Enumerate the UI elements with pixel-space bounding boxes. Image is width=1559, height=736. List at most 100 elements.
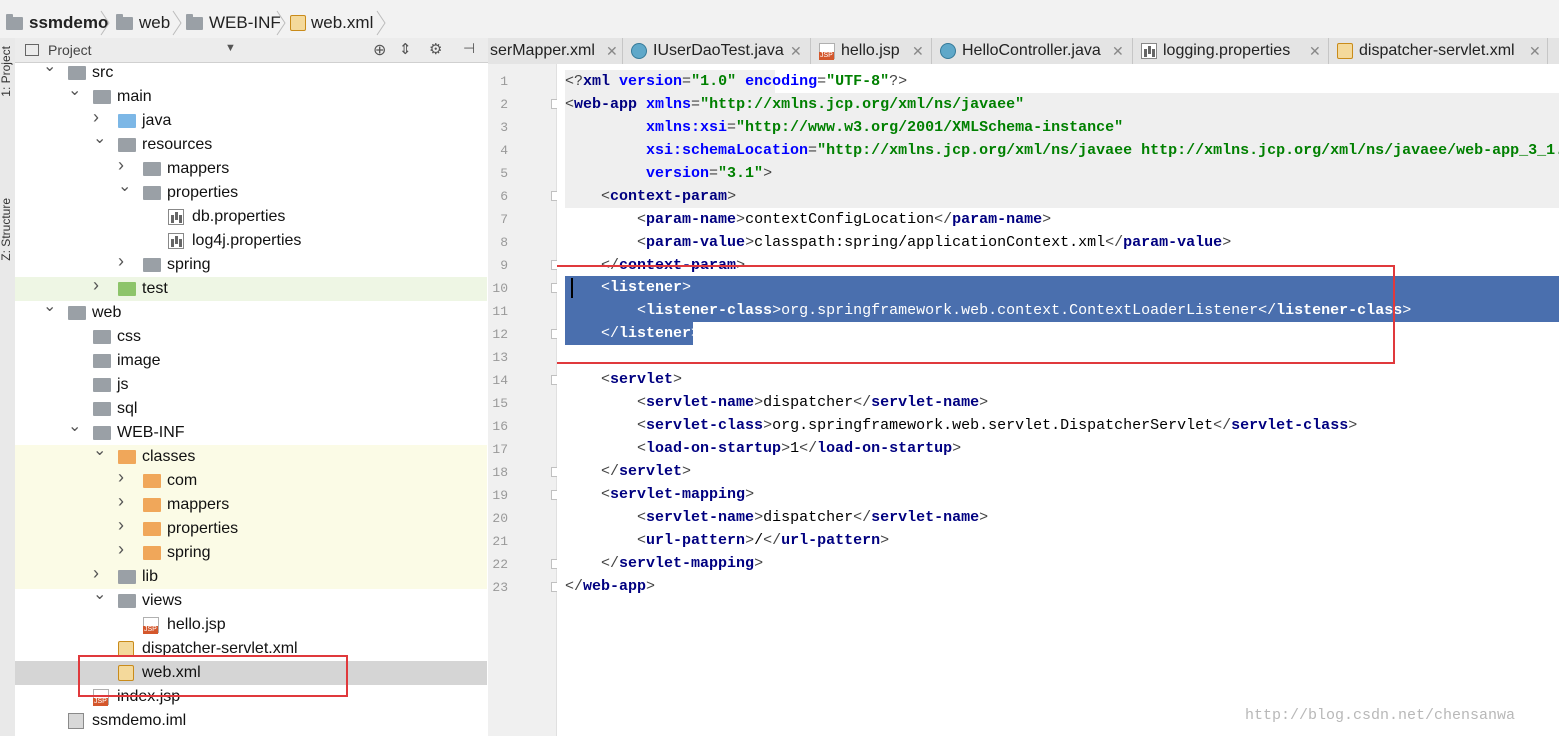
tree-item[interactable]: › com	[15, 468, 487, 493]
chevron-right-icon[interactable]: ›	[118, 492, 130, 510]
tree-item[interactable]: › mappers	[15, 492, 487, 517]
project-view-icon	[25, 44, 39, 56]
annotation-box-listener	[557, 265, 1395, 364]
close-icon[interactable]: ✕	[790, 43, 802, 60]
close-icon[interactable]: ✕	[912, 43, 924, 60]
locate-icon[interactable]: ⊕	[373, 40, 386, 60]
tree-item[interactable]: db.properties	[15, 205, 487, 229]
tree-item[interactable]: › lib	[15, 564, 487, 589]
close-icon[interactable]: ✕	[1309, 43, 1321, 60]
chevron-down-icon[interactable]: ⌄	[93, 443, 106, 459]
line-number: 6	[500, 189, 508, 204]
chevron-down-icon[interactable]: ⌄	[68, 83, 81, 99]
folder-icon	[68, 306, 86, 320]
close-icon[interactable]: ✕	[1112, 43, 1124, 60]
chevron-down-icon[interactable]: ⌄	[118, 179, 131, 195]
tree-item-label: com	[167, 472, 198, 489]
chevron-right-icon[interactable]: ›	[118, 156, 130, 174]
chevron-down-icon[interactable]: ▼	[225, 42, 236, 54]
chevron-right-icon[interactable]: ›	[118, 468, 130, 486]
folder-icon	[93, 426, 111, 440]
tree-item[interactable]: › java	[15, 108, 487, 133]
hide-panel-icon[interactable]: ⊣	[463, 40, 475, 57]
chevron-right-icon[interactable]: ›	[118, 516, 130, 534]
breadcrumb-webinf[interactable]: WEB-INF	[186, 12, 281, 34]
chevron-down-icon[interactable]: ⌄	[93, 587, 106, 603]
tree-item[interactable]: sql	[15, 397, 487, 421]
tree-item-label: ssmdemo.iml	[92, 712, 187, 729]
code-line-22: </servlet-mapping>	[601, 555, 764, 572]
chevron-right-icon[interactable]: ›	[118, 252, 130, 270]
code-editor[interactable]: <?xml version="1.0" encoding="UTF-8"?> <…	[557, 64, 1559, 736]
tree-item[interactable]: ⌄ main	[15, 83, 487, 109]
chevron-right-icon[interactable]: ›	[93, 108, 105, 126]
breadcrumb-web[interactable]: web	[116, 12, 170, 34]
collapse-icon[interactable]: ⇕	[399, 40, 412, 58]
code-line-20: <servlet-name>dispatcher</servlet-name>	[637, 509, 989, 526]
code-line-21: <url-pattern>/</url-pattern>	[637, 532, 890, 549]
chevron-down-icon[interactable]: ⌄	[43, 299, 56, 315]
line-number: 23	[492, 580, 508, 595]
chevron-down-icon[interactable]: ⌄	[68, 419, 81, 435]
close-icon[interactable]: ✕	[1529, 43, 1541, 60]
watermark: http://blog.csdn.net/chensanwa	[1245, 707, 1516, 724]
tree-item[interactable]: ssmdemo.iml	[15, 709, 487, 733]
chevron-right-icon[interactable]: ›	[118, 540, 130, 558]
code-line-4: xsi:schemaLocation="http://xmlns.jcp.org…	[646, 142, 1559, 159]
tree-item[interactable]: ⌄ views	[15, 587, 487, 613]
gear-icon[interactable]: ⚙	[429, 40, 442, 58]
chevron-right-icon[interactable]: ›	[93, 564, 105, 582]
code-line-14: <servlet>	[601, 371, 683, 388]
annotation-box-webxml	[78, 655, 348, 697]
structure-tool-tab[interactable]: Z: Structure	[0, 198, 13, 261]
tree-item[interactable]: › spring	[15, 252, 487, 277]
xml-file-icon	[1337, 43, 1353, 59]
chevron-right-icon[interactable]: ›	[93, 276, 105, 294]
tree-item[interactable]: › test	[15, 276, 487, 301]
folder-icon	[6, 13, 23, 30]
tab-usermapper-xml[interactable]: serMapper.xml ✕	[488, 38, 623, 64]
code-line-23: </web-app>	[565, 578, 656, 595]
line-number: 21	[492, 534, 508, 549]
tree-item-label: hello.jsp	[167, 616, 226, 633]
jsp-file-icon	[819, 43, 835, 60]
tree-item[interactable]: › properties	[15, 516, 487, 541]
module-file-icon	[68, 713, 84, 729]
tree-item[interactable]: › mappers	[15, 156, 487, 181]
line-number: 1	[500, 74, 508, 89]
chevron-down-icon[interactable]: ⌄	[43, 59, 56, 75]
tree-item[interactable]: css	[15, 325, 487, 349]
line-number: 16	[492, 419, 508, 434]
tab-logging-properties[interactable]: logging.properties ✕	[1133, 38, 1329, 64]
folder-icon	[143, 258, 161, 272]
project-tool-tab[interactable]: 1: Project	[0, 46, 13, 97]
tree-item[interactable]: ⌄ src	[15, 59, 487, 85]
tree-item[interactable]: › spring	[15, 540, 487, 565]
tree-item[interactable]: hello.jsp	[15, 613, 487, 637]
tree-item[interactable]: ⌄ classes	[15, 443, 487, 469]
tree-item-label: css	[117, 328, 141, 345]
code-line-1: <?xml version="1.0" encoding="UTF-8"?>	[565, 73, 908, 90]
project-view-label[interactable]: Project	[48, 42, 92, 58]
tree-item[interactable]: ⌄ WEB-INF	[15, 419, 487, 445]
tree-item[interactable]: ⌄ resources	[15, 131, 487, 157]
tab-hello-jsp[interactable]: hello.jsp ✕	[811, 38, 932, 64]
code-line-15: <servlet-name>dispatcher</servlet-name>	[637, 394, 989, 411]
tree-item[interactable]: image	[15, 349, 487, 373]
breadcrumb-file[interactable]: web.xml	[290, 12, 373, 34]
tab-iuserdaotest-java[interactable]: IUserDaoTest.java ✕	[623, 38, 811, 64]
tab-hellocontroller-java[interactable]: HelloController.java ✕	[932, 38, 1133, 64]
tree-item[interactable]: ⌄ properties	[15, 179, 487, 205]
close-icon[interactable]: ✕	[606, 43, 618, 60]
tree-item[interactable]: ⌄ web	[15, 299, 487, 325]
chevron-down-icon[interactable]: ⌄	[93, 131, 106, 147]
code-line-8: <param-value>classpath:spring/applicatio…	[637, 234, 1232, 251]
breadcrumb-project[interactable]: ssmdemo	[6, 12, 108, 34]
tab-dispatcher-servlet-xml[interactable]: dispatcher-servlet.xml ✕	[1329, 38, 1548, 64]
tree-item[interactable]: js	[15, 373, 487, 397]
tool-window-strip: 1: Project Z: Structure	[0, 38, 16, 736]
tree-item-label: web	[92, 304, 122, 321]
code-line-6: <context-param>	[601, 188, 737, 205]
tree-item[interactable]: log4j.properties	[15, 229, 487, 253]
line-number: 20	[492, 511, 508, 526]
